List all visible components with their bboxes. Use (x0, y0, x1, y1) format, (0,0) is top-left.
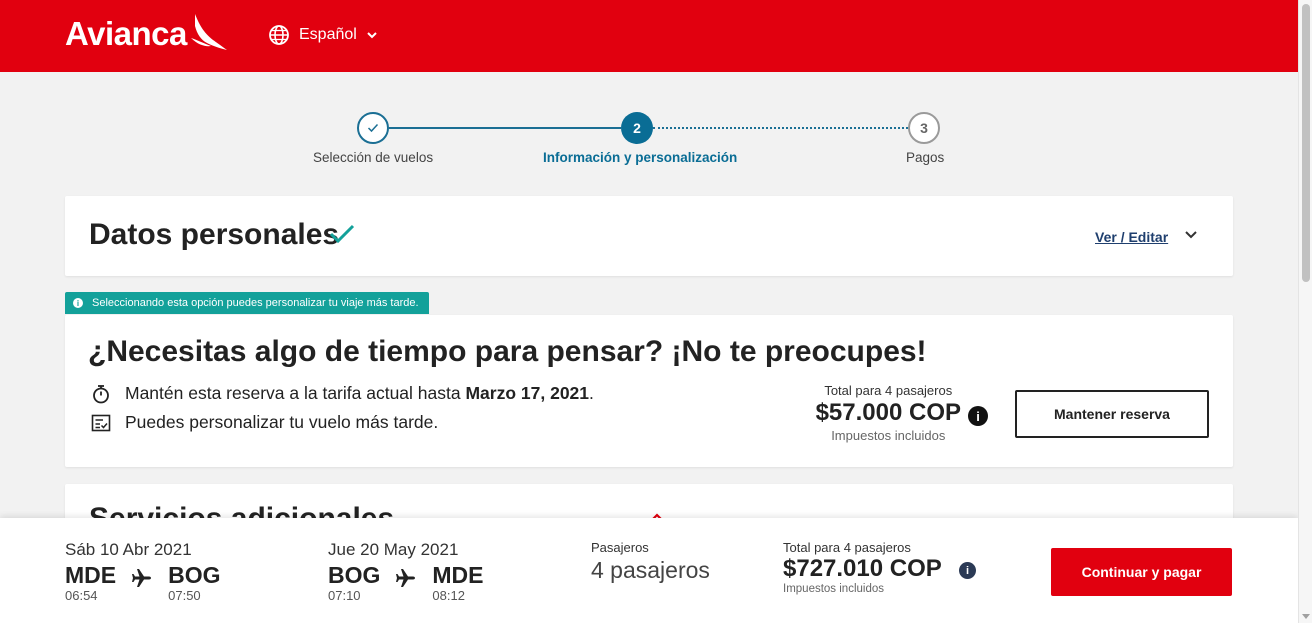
stepper-line-pending (653, 127, 908, 129)
step-3-label: Pagos (906, 150, 945, 165)
leg-origin: MDE 06:54 (65, 562, 116, 603)
leg-origin: BOG 07:10 (328, 562, 380, 603)
scroll-down-arrow-icon[interactable] (1302, 614, 1310, 619)
hold-line1-prefix: Mantén esta reserva a la tarifa actual h… (125, 383, 466, 403)
hold-row-personalize: Puedes personalizar tu vuelo más tarde. (91, 412, 438, 433)
total-summary: Total para 4 pasajeros $727.010 COP Impu… (783, 540, 942, 595)
ver-editar-link[interactable]: Ver / Editar (1095, 229, 1168, 245)
hold-line2: Puedes personalizar tu vuelo más tarde. (125, 412, 439, 432)
origin-code: BOG (328, 562, 381, 588)
info-badge-text: Seleccionando esta opción puedes persona… (92, 297, 419, 309)
chevron-down-icon[interactable] (1184, 228, 1198, 242)
passengers-value: 4 pasajeros (591, 557, 710, 583)
hold-total-label: Total para 4 pasajeros (824, 383, 953, 398)
chevron-down-icon (367, 32, 377, 39)
hold-headline: ¿Necesitas algo de tiempo para pensar? ¡… (88, 335, 927, 368)
step-2-label: Información y personalización (543, 150, 738, 165)
language-selector[interactable]: Español (268, 24, 378, 46)
flight-leg-return: Jue 20 May 2021 BOG 07:10 MDE 08:12 (328, 540, 484, 603)
leg-route: BOG 07:10 MDE 08:12 (328, 562, 484, 603)
passengers-summary: Pasajeros 4 pasajeros (591, 540, 710, 584)
step-3-circle: 3 (908, 112, 940, 144)
check-icon (367, 123, 379, 133)
hold-reservation-card: ¿Necesitas algo de tiempo para pensar? ¡… (65, 315, 1233, 467)
hold-line1-date: Marzo 17, 2021 (465, 383, 590, 403)
stepper-line-complete (389, 127, 621, 129)
summary-footer: Sáb 10 Abr 2021 MDE 06:54 BOG 07:50 Jue … (0, 518, 1298, 623)
leg-route: MDE 06:54 BOG 07:50 (65, 562, 221, 603)
datos-personales-card: Datos personales Ver / Editar (65, 196, 1233, 276)
hold-price-block: Total para 4 pasajeros $57.000 COP Impue… (816, 383, 961, 443)
stopwatch-icon (93, 384, 109, 403)
progress-stepper: 2 3 Selección de vuelos Información y pe… (0, 110, 1298, 170)
total-amount: $727.010 COP (783, 555, 942, 582)
airplane-icon (132, 569, 152, 587)
mantener-reserva-button[interactable]: Mantener reserva (1015, 390, 1209, 438)
departure-time: 06:54 (65, 588, 98, 603)
info-badge: i Seleccionando esta opción puedes perso… (65, 292, 429, 314)
globe-icon (269, 25, 289, 45)
total-info-icon[interactable]: i (959, 562, 976, 579)
completed-check-icon (329, 224, 355, 244)
hold-tax-label: Impuestos incluidos (831, 428, 946, 443)
scrollbar-thumb[interactable] (1302, 4, 1310, 282)
arrival-time: 07:50 (168, 588, 201, 603)
passengers-label: Pasajeros (591, 540, 649, 555)
bird-logo-icon (190, 14, 227, 50)
flight-leg-outbound: Sáb 10 Abr 2021 MDE 06:54 BOG 07:50 (65, 540, 221, 603)
leg-date: Sáb 10 Abr 2021 (65, 540, 192, 559)
destination-code: MDE (432, 562, 484, 588)
step-1-label[interactable]: Selección de vuelos (313, 150, 433, 165)
hold-line1-suffix: . (589, 383, 594, 403)
step-2-circle: 2 (621, 112, 653, 144)
leg-date: Jue 20 May 2021 (328, 540, 459, 559)
datos-personales-title: Datos personales (89, 218, 340, 251)
step-1-circle[interactable] (357, 112, 389, 144)
brand-name: Avianca (65, 15, 187, 52)
checklist-icon (91, 414, 111, 431)
page-scrollbar[interactable] (1298, 0, 1312, 623)
total-tax-label: Impuestos incluidos (783, 583, 884, 595)
language-label: Español (299, 26, 357, 43)
airplane-icon (396, 569, 416, 587)
leg-destination: MDE 08:12 (432, 562, 483, 603)
hold-info-icon[interactable]: i (968, 406, 988, 426)
info-icon: i (73, 298, 83, 308)
destination-code: BOG (168, 562, 221, 588)
continuar-y-pagar-button[interactable]: Continuar y pagar (1051, 548, 1232, 596)
hold-amount: $57.000 COP (815, 399, 961, 426)
arrival-time: 08:12 (432, 588, 465, 603)
total-label: Total para 4 pasajeros (783, 540, 911, 555)
departure-time: 07:10 (328, 588, 361, 603)
top-header: Avianca Español (0, 0, 1298, 72)
origin-code: MDE (65, 562, 117, 588)
brand-logo[interactable]: Avianca (65, 14, 229, 54)
page: Avianca Español 2 3 Selección de vuelos … (0, 0, 1312, 623)
leg-destination: BOG 07:50 (168, 562, 220, 603)
hold-row-date: Mantén esta reserva a la tarifa actual h… (91, 383, 594, 404)
